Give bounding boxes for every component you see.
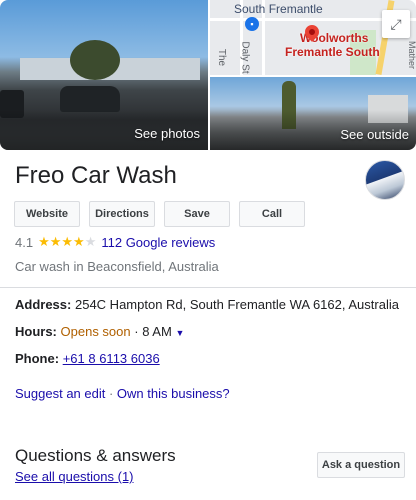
address-value: 254C Hampton Rd, South Fremantle WA 6162…	[74, 297, 399, 312]
map-shop-label-2: Fremantle South	[285, 45, 380, 59]
call-button[interactable]: Call	[239, 201, 305, 227]
expand-icon[interactable]: ⤢	[382, 10, 410, 38]
hours-time: 8 AM	[142, 324, 172, 339]
save-button[interactable]: Save	[164, 201, 230, 227]
divider	[0, 287, 416, 288]
hours-separator: ·	[130, 324, 143, 339]
phone-link[interactable]: +61 8 6113 6036	[63, 351, 160, 366]
business-category: Car wash in Beaconsfield, Australia	[15, 259, 219, 274]
address-label: Address:	[15, 297, 72, 312]
cart-icon: ▪	[245, 17, 259, 31]
edit-links: Suggest an edit · Own this business?	[15, 386, 230, 401]
business-name: Freo Car Wash	[15, 162, 177, 189]
photo-tree	[70, 40, 120, 80]
phone-label: Phone:	[15, 351, 60, 366]
edit-separator: ·	[105, 386, 117, 401]
directions-button[interactable]: Directions	[89, 201, 155, 227]
map-town-label: South Fremantle	[234, 2, 323, 16]
ask-question-button[interactable]: Ask a question	[317, 452, 405, 478]
see-all-questions-link[interactable]: See all questions (1)	[15, 469, 134, 484]
website-button[interactable]: Website	[14, 201, 80, 227]
caret-down-icon[interactable]: ▼	[175, 328, 184, 338]
rating-value: 4.1	[15, 234, 34, 250]
map-street-label: Mather	[407, 40, 416, 70]
qa-heading: Questions & answers	[15, 446, 176, 465]
suggest-edit-link[interactable]: Suggest an edit	[15, 386, 105, 401]
map-thumbnail[interactable]: South Fremantle ▪ Woolworths Fremantle S…	[210, 0, 416, 75]
map-street-label: The	[216, 48, 228, 67]
star-rating-icon: ★★★★★	[38, 234, 97, 249]
business-avatar[interactable]	[365, 160, 405, 200]
hours-row[interactable]: Hours: Opens soon · 8 AM ▼	[15, 324, 184, 339]
hours-status: Opens soon	[60, 324, 131, 339]
photo-header: See photos South Fremantle ▪ Woolworths …	[0, 0, 416, 150]
phone-row: Phone: +61 8 6113 6036	[15, 351, 160, 366]
see-photos-tile[interactable]: See photos	[0, 0, 208, 150]
see-outside-tile[interactable]: See outside	[210, 77, 416, 150]
address-row: Address: 254C Hampton Rd, South Fremantl…	[15, 297, 399, 312]
hours-label: Hours:	[15, 324, 57, 339]
photo-car	[60, 86, 120, 112]
reviews-link[interactable]: 112 Google reviews	[101, 235, 215, 250]
see-outside-label: See outside	[340, 127, 409, 142]
map-street-label: Daly St	[239, 41, 251, 74]
rating-row: 4.1 ★★★★★ 112 Google reviews	[15, 234, 215, 250]
own-business-link[interactable]: Own this business?	[117, 386, 230, 401]
see-photos-label: See photos	[134, 126, 200, 141]
